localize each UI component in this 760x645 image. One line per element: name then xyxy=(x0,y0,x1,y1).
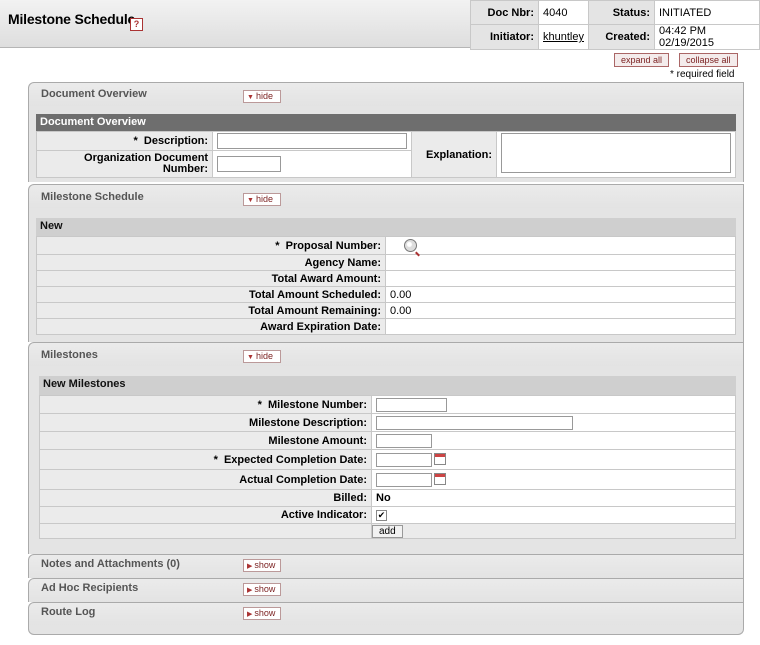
active-indicator-cell: ✔ xyxy=(371,506,736,524)
page-title: Milestone Schedule xyxy=(8,11,136,27)
tab-document-overview: Document Overview ▼ hide xyxy=(28,82,744,106)
award-expiration-date-value xyxy=(385,318,736,335)
billed-label: Billed: xyxy=(39,489,372,507)
actual-completion-label: Actual Completion Date: xyxy=(39,469,372,490)
document-overview-table: * Description: Explanation: Organization… xyxy=(35,130,736,178)
milestone-schedule-table: * Proposal Number: Agency Name: Total Aw… xyxy=(36,236,736,335)
description-label: * Description: xyxy=(35,130,214,152)
show-route-log-button[interactable]: ▶ show xyxy=(243,607,281,620)
document-overview-panel: Document Overview * Description: Explana… xyxy=(28,106,744,182)
total-award-amount-label: Total Award Amount: xyxy=(36,270,386,287)
hide-document-overview-button[interactable]: ▼ hide xyxy=(243,90,281,103)
triangle-right-icon: ▶ xyxy=(247,611,253,618)
org-doc-number-label: Organization Document Number: xyxy=(35,150,214,178)
actual-completion-input[interactable] xyxy=(376,472,432,487)
add-row-spacer xyxy=(39,523,372,539)
triangle-down-icon: ▼ xyxy=(247,94,254,101)
milestones-panel: New Milestones * Milestone Number: Miles… xyxy=(28,366,744,554)
org-doc-number-cell xyxy=(212,150,413,178)
panel-bottom-edge xyxy=(28,625,744,635)
expected-completion-label: * Expected Completion Date: xyxy=(39,449,372,470)
document-info-table: Doc Nbr: 4040 Status: INITIATED Initiato… xyxy=(470,0,760,50)
add-milestone-button[interactable]: add xyxy=(372,525,403,538)
document-header: Milestone Schedule ? Doc Nbr: 4040 Statu… xyxy=(0,0,760,50)
explanation-textarea[interactable] xyxy=(501,133,731,173)
total-amount-remaining-label: Total Amount Remaining: xyxy=(36,302,386,319)
milestone-description-cell xyxy=(371,413,736,432)
triangle-right-icon: ▶ xyxy=(247,563,253,570)
explanation-label: Explanation: xyxy=(411,131,497,178)
milestone-amount-label: Milestone Amount: xyxy=(39,431,372,450)
doc-nbr-value: 4040 xyxy=(538,0,589,25)
total-amount-scheduled-value: 0.00 xyxy=(385,286,736,303)
billed-value: No xyxy=(371,489,736,507)
milestone-amount-input[interactable] xyxy=(376,433,432,448)
milestone-description-input[interactable] xyxy=(376,415,573,430)
agency-name-label: Agency Name: xyxy=(36,254,386,271)
milestone-number-cell xyxy=(371,395,736,414)
expand-all-button[interactable]: expand all xyxy=(614,53,670,67)
milestone-description-label: Milestone Description: xyxy=(39,413,372,432)
milestone-amount-cell xyxy=(371,431,736,450)
milestone-number-label: * Milestone Number: xyxy=(39,395,372,414)
triangle-right-icon: ▶ xyxy=(247,587,253,594)
org-doc-number-input[interactable] xyxy=(217,156,282,173)
total-amount-scheduled-label: Total Amount Scheduled: xyxy=(36,286,386,303)
tab-label: Milestone Schedule xyxy=(41,191,144,203)
lookup-search-icon[interactable] xyxy=(404,239,417,252)
initiator-label: Initiator: xyxy=(470,24,539,50)
tab-ad-hoc-recipients: Ad Hoc Recipients ▶ show xyxy=(28,578,744,602)
tab-label: Milestones xyxy=(41,349,98,361)
proposal-number-label: * Proposal Number: xyxy=(36,236,386,255)
show-adhoc-button[interactable]: ▶ show xyxy=(243,583,281,596)
show-notes-button[interactable]: ▶ show xyxy=(243,559,281,572)
total-award-amount-value xyxy=(385,270,736,287)
status-label: Status: xyxy=(587,0,655,25)
actual-completion-cell xyxy=(371,469,736,490)
tab-milestone-schedule: Milestone Schedule ▼ hide xyxy=(28,184,744,208)
doc-nbr-label: Doc Nbr: xyxy=(470,0,539,25)
tab-label: Document Overview xyxy=(41,88,147,100)
hide-milestone-schedule-button[interactable]: ▼ hide xyxy=(243,193,281,206)
milestone-schedule-panel: New * Proposal Number: Agency Name: Tota… xyxy=(28,208,744,342)
description-input[interactable] xyxy=(217,133,408,150)
tab-notes-and-attachments: Notes and Attachments (0) ▶ show xyxy=(28,554,744,578)
description-cell xyxy=(212,130,413,152)
status-value: INITIATED xyxy=(653,0,760,25)
section-title: New xyxy=(36,218,736,236)
help-icon[interactable]: ? xyxy=(130,18,143,31)
explanation-cell xyxy=(496,131,736,178)
award-expiration-date-label: Award Expiration Date: xyxy=(36,318,386,335)
agency-name-value xyxy=(385,254,736,271)
triangle-down-icon: ▼ xyxy=(247,197,254,204)
created-value: 04:42 PM 02/19/2015 xyxy=(653,24,760,50)
section-title: Document Overview xyxy=(36,114,736,131)
expected-completion-input[interactable] xyxy=(376,452,432,467)
tab-label: Notes and Attachments (0) xyxy=(41,558,180,570)
created-label: Created: xyxy=(587,24,655,50)
proposal-number-cell xyxy=(385,236,736,255)
total-amount-remaining-value: 0.00 xyxy=(385,302,736,319)
required-field-note: * required field xyxy=(670,69,735,80)
tab-label: Route Log xyxy=(41,606,96,618)
initiator-link[interactable]: khuntley xyxy=(543,31,584,43)
add-cell: add xyxy=(371,523,736,539)
calendar-icon[interactable] xyxy=(434,452,446,465)
milestone-number-input[interactable] xyxy=(376,397,447,412)
initiator-cell: khuntley xyxy=(538,24,589,50)
milestones-table: * Milestone Number: Milestone Descriptio… xyxy=(39,395,736,539)
hide-milestones-button[interactable]: ▼ hide xyxy=(243,350,281,363)
tab-milestones: Milestones ▼ hide xyxy=(28,342,744,366)
calendar-icon[interactable] xyxy=(434,472,446,485)
tab-label: Ad Hoc Recipients xyxy=(41,582,139,594)
collapse-all-button[interactable]: collapse all xyxy=(679,53,738,67)
expected-completion-cell xyxy=(371,449,736,470)
section-title: New Milestones xyxy=(39,376,736,395)
active-indicator-checkbox[interactable]: ✔ xyxy=(376,509,387,521)
tab-route-log: Route Log ▶ show xyxy=(28,602,744,626)
active-indicator-label: Active Indicator: xyxy=(39,506,372,524)
triangle-down-icon: ▼ xyxy=(247,354,254,361)
